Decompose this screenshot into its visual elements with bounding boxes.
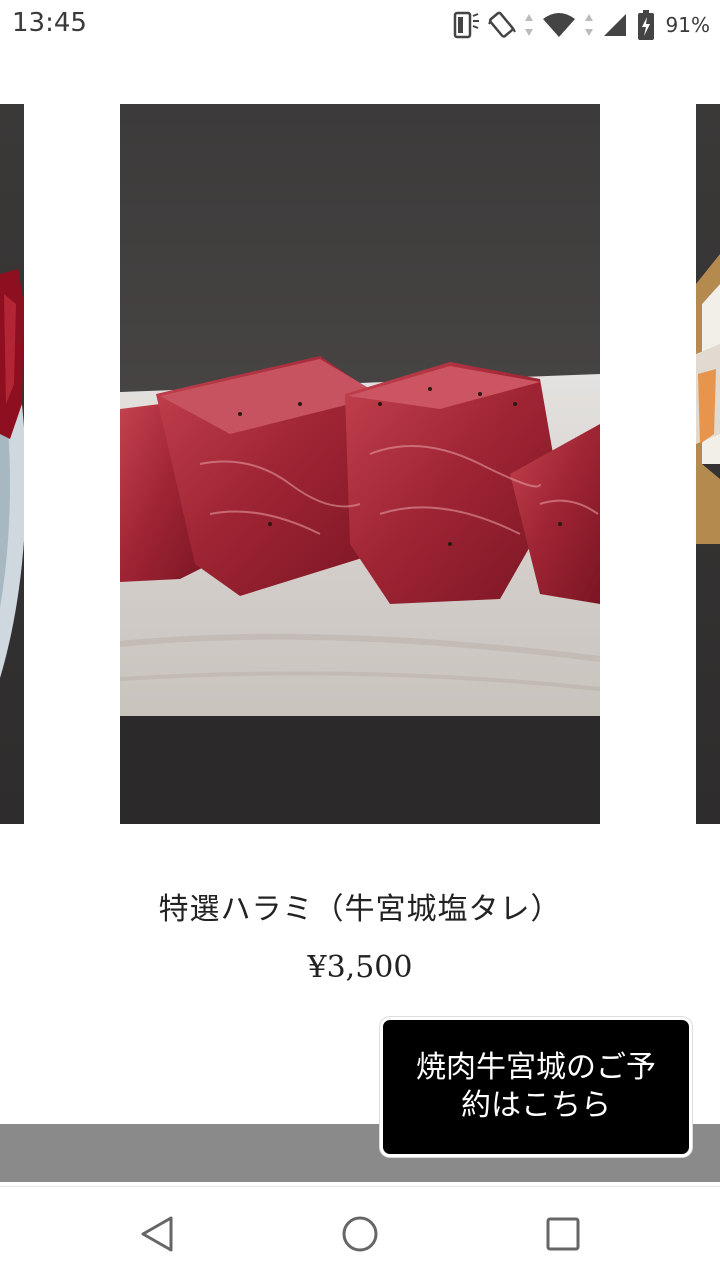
back-icon[interactable] bbox=[132, 1209, 182, 1259]
data-arrows-icon bbox=[524, 14, 533, 36]
android-nav-bar bbox=[0, 1186, 720, 1281]
vibrate-icon bbox=[487, 11, 516, 38]
product-image[interactable] bbox=[120, 104, 600, 824]
product-name: 特選ハラミ（牛宮城塩タレ） bbox=[158, 892, 562, 927]
reservation-button[interactable]: 焼肉牛宮城のご予約はこちら bbox=[380, 1017, 692, 1157]
product-price: ¥3,500 bbox=[307, 950, 413, 985]
battery-percent: 91% bbox=[665, 13, 710, 37]
carousel-next-slide[interactable] bbox=[696, 104, 720, 824]
carousel-prev-slide[interactable] bbox=[0, 104, 24, 824]
home-icon[interactable] bbox=[335, 1209, 385, 1259]
status-icons: 91% bbox=[452, 8, 710, 42]
screen-rotate-icon bbox=[453, 11, 479, 39]
cell-signal-icon bbox=[603, 14, 626, 36]
battery-charging-icon bbox=[637, 10, 654, 40]
image-carousel[interactable] bbox=[0, 104, 720, 824]
wifi-icon bbox=[542, 13, 575, 37]
status-time: 13:45 bbox=[12, 8, 87, 38]
recent-apps-icon[interactable] bbox=[538, 1209, 588, 1259]
data-arrows-icon-2 bbox=[584, 14, 593, 36]
status-bar: 13:45 91% bbox=[0, 0, 720, 52]
